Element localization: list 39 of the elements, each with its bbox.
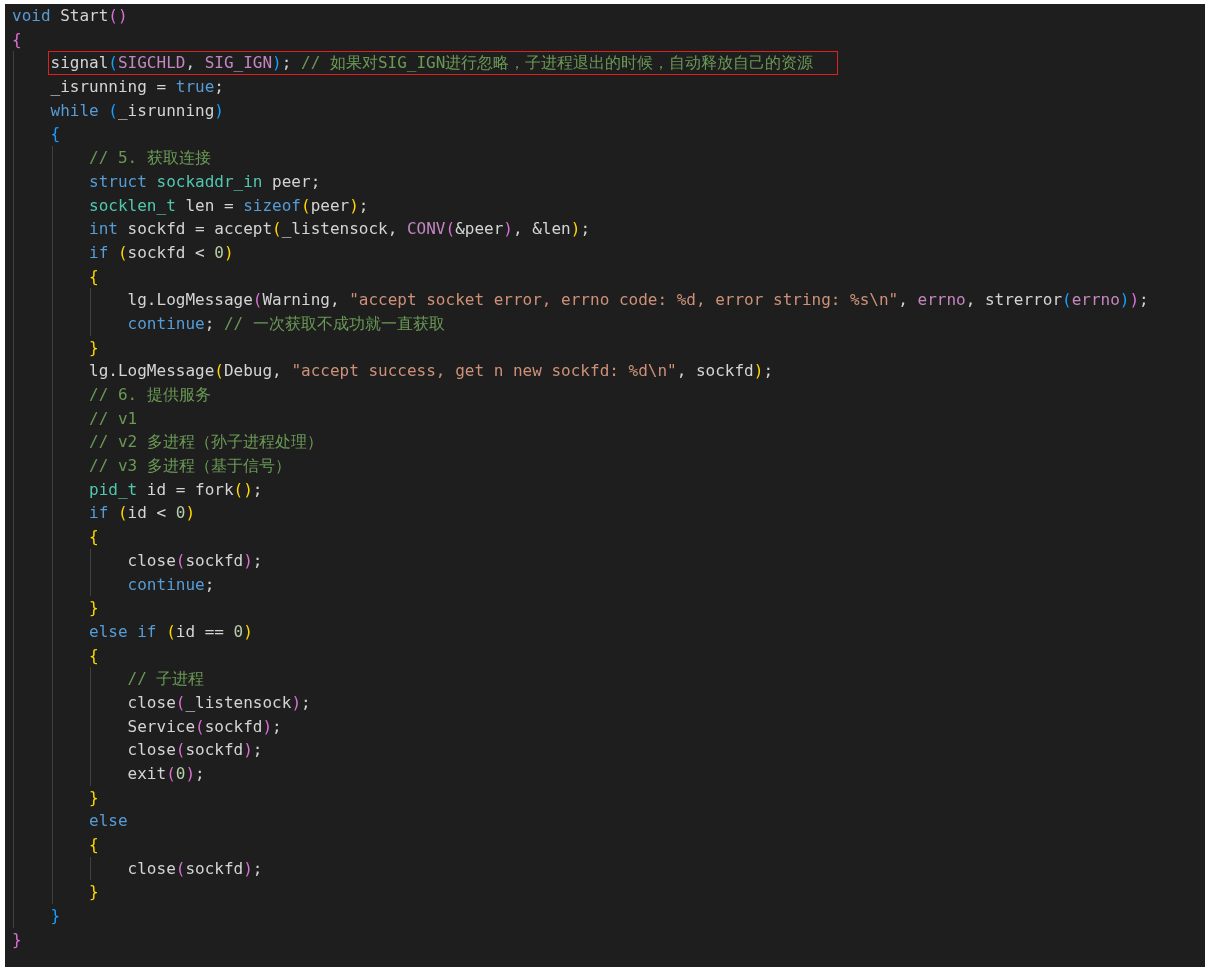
code-line: // 5. 获取连接 [88, 147, 212, 170]
code-line: close(sockfd); [126, 549, 264, 572]
code-line: } [88, 881, 100, 904]
code-line: pid_t id = fork(); [88, 478, 264, 501]
code-line: close(sockfd); [126, 857, 264, 880]
code-line: if (sockfd < 0) [88, 241, 235, 264]
code-line: } [88, 597, 100, 620]
code-line: _isrunning = true; [49, 76, 225, 99]
code-line: continue; // 一次获取不成功就一直获取 [126, 312, 446, 335]
code-line: } [88, 336, 100, 359]
code-line: // 子进程 [126, 668, 206, 691]
code-line: void Start() [11, 5, 129, 27]
code-line: // v2 多进程（孙子进程处理） [88, 431, 324, 454]
code-line: // 6. 提供服务 [88, 384, 212, 406]
code-line: socklen_t len = sizeof(peer); [88, 194, 370, 217]
code-line: } [49, 905, 62, 928]
code-line: lg.LogMessage(Warning, "accept socket error, errno code: %d, error string: %s\n", errno, strerror(errno)); [126, 289, 1150, 312]
code-line: while (_isrunning) [49, 99, 225, 122]
code-line: if (id < 0) [88, 502, 197, 525]
code-line: continue; [126, 573, 216, 596]
code-line: Service(sockfd); [126, 715, 283, 738]
code-line: { [88, 834, 100, 857]
code-line: { [88, 265, 100, 288]
code-line: else if (id == 0) [88, 620, 254, 643]
code-line: struct sockaddr_in peer; [88, 170, 322, 193]
code-line: { [88, 644, 100, 667]
code-line: { [49, 123, 62, 146]
code-line: int sockfd = accept(_listensock, CONV(&peer), &len); [88, 218, 592, 241]
code-line: // v1 [88, 407, 139, 430]
code-line: // v3 多进程（基于信号） [88, 455, 292, 478]
code-line: exit(0); [126, 763, 206, 785]
code-line: else [88, 810, 129, 833]
code-line: { [11, 28, 23, 51]
code-line: close(_listensock); [126, 691, 312, 714]
code-line: { [88, 526, 100, 549]
code-line: close(sockfd); [126, 739, 264, 762]
code-line: lg.LogMessage(Debug, "accept success, get n new sockfd: %d\n", sockfd); [88, 360, 775, 383]
code-line: } [88, 786, 100, 809]
code-line: } [11, 928, 23, 951]
